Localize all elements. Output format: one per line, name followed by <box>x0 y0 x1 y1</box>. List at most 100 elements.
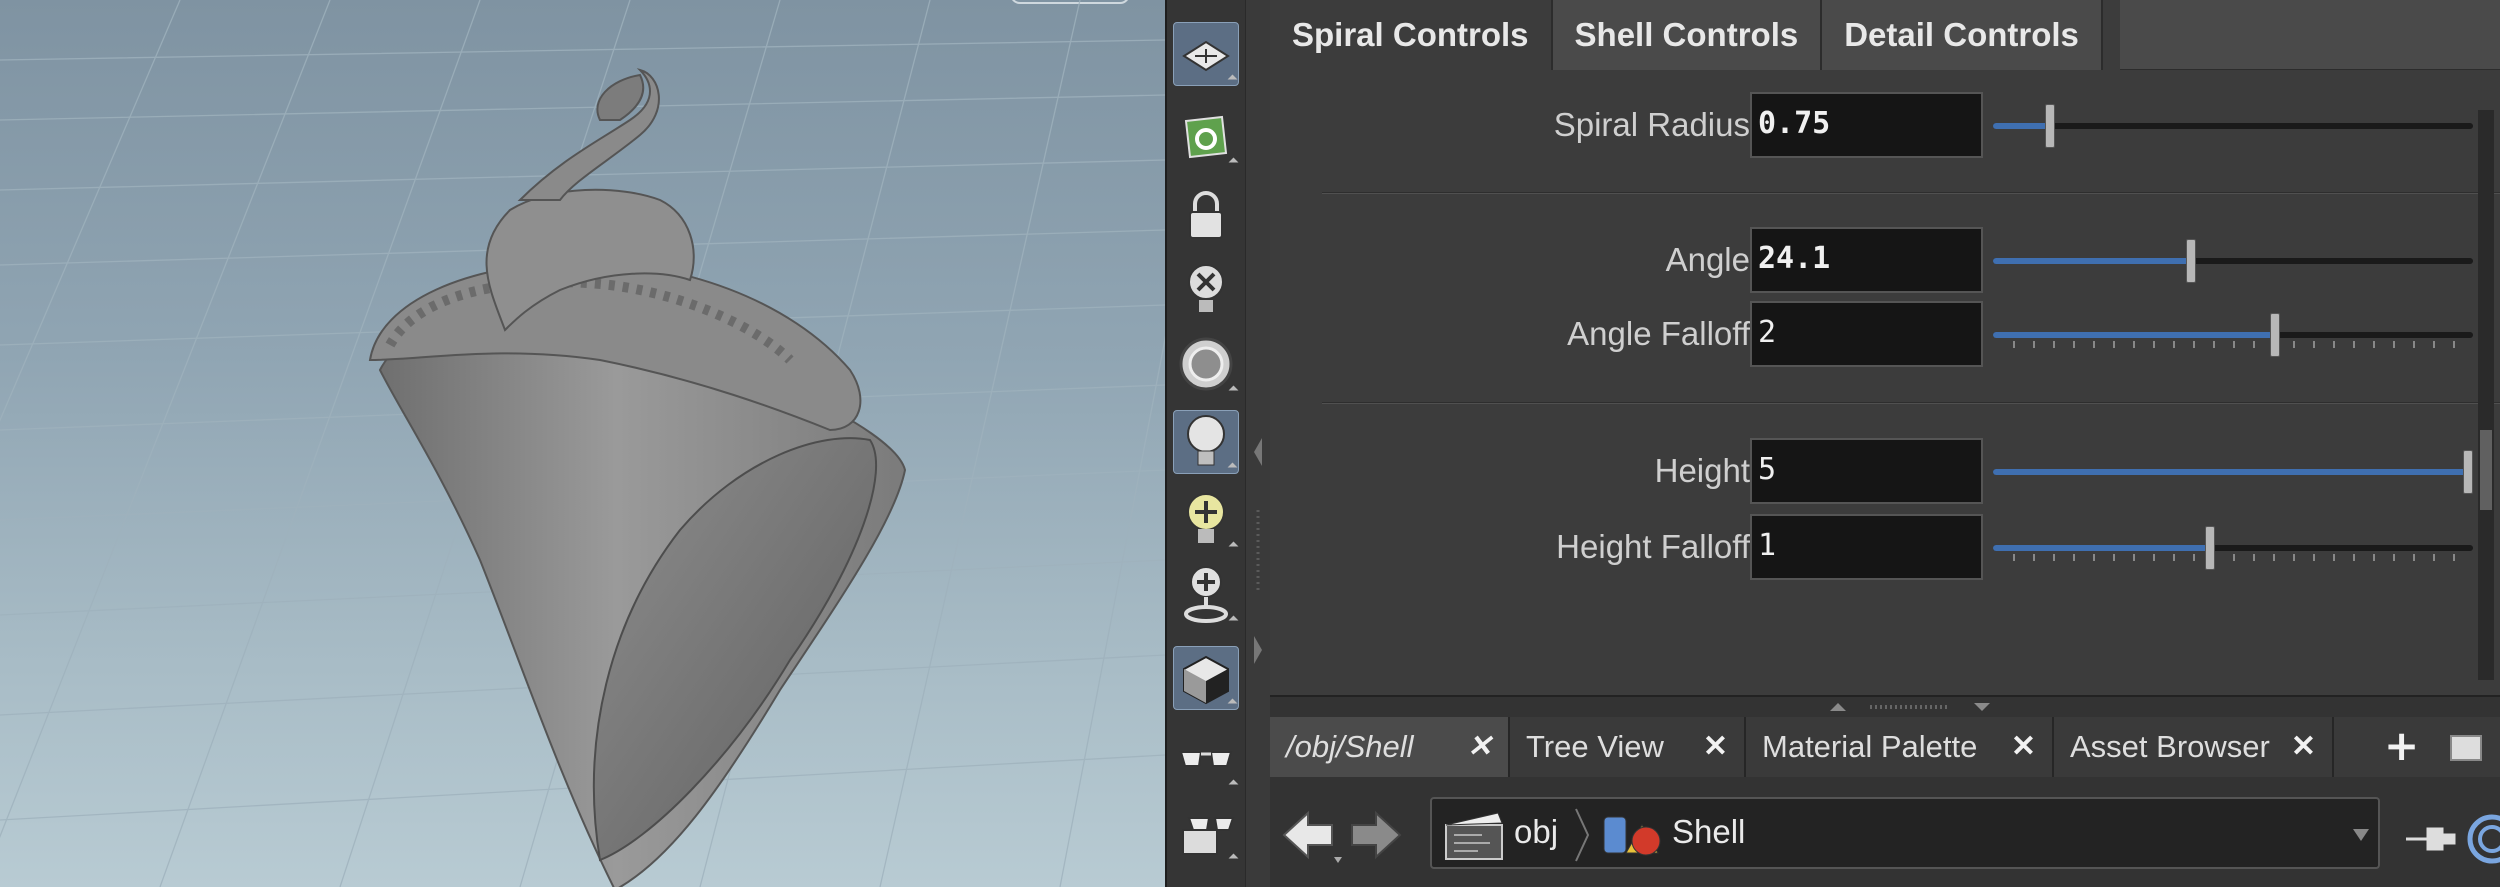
slider-tick <box>2393 554 2395 561</box>
slider-thumb[interactable] <box>2186 239 2196 283</box>
headlight-icon[interactable] <box>1173 332 1239 396</box>
add-light-icon[interactable] <box>1173 488 1239 552</box>
slider-tick <box>2373 554 2375 561</box>
slider-tick <box>2273 554 2275 561</box>
slider-tick <box>2073 341 2075 348</box>
param-label: Height Falloff <box>1556 528 1750 565</box>
slider-tick <box>2093 341 2095 348</box>
height-slider[interactable] <box>1993 438 2473 504</box>
spot-light-icon[interactable] <box>1173 562 1239 626</box>
slider-tick <box>2193 554 2195 561</box>
height-field[interactable]: 5 <box>1750 438 1983 504</box>
slider-tick <box>2093 554 2095 561</box>
close-icon[interactable]: ✕ <box>2291 729 2316 764</box>
slider-tick <box>2293 554 2295 561</box>
slider-tick <box>2293 341 2295 348</box>
breadcrumb-obj[interactable]: obj <box>1514 813 1558 851</box>
slider-thumb[interactable] <box>2205 526 2215 570</box>
add-tab-button[interactable]: + <box>2384 721 2419 770</box>
parameter-tabs: Spiral Controls Shell Controls Detail Co… <box>1270 0 2103 70</box>
slider-tick <box>2113 554 2115 561</box>
slider-tick <box>2173 554 2175 561</box>
obj-context-icon <box>1445 812 1503 860</box>
param-angle-falloff: Angle Falloff 2 <box>1270 301 2500 367</box>
back-arrow-icon[interactable] <box>1282 810 1333 860</box>
light-off-icon[interactable] <box>1173 258 1239 322</box>
slider-tick <box>2333 554 2335 561</box>
scene-viewport[interactable] <box>0 0 1165 887</box>
breadcrumb-shell[interactable]: Shell <box>1672 813 1745 851</box>
slider-tick <box>2053 554 2055 561</box>
slider-thumb[interactable] <box>2045 104 2055 148</box>
tab-spiral-controls[interactable]: Spiral Controls <box>1270 0 1553 70</box>
slider-tick <box>2353 554 2355 561</box>
slider-tick <box>2453 554 2455 561</box>
snap-icon[interactable] <box>1173 104 1239 168</box>
slider-tick <box>2173 341 2175 348</box>
slider-tick <box>2133 554 2135 561</box>
tab-obj-shell[interactable]: /obj/Shell ✕ <box>1270 717 1510 777</box>
pane-resize-handle[interactable] <box>1790 697 2030 717</box>
slider-tick <box>2153 341 2155 348</box>
close-icon[interactable]: ✕ <box>2011 729 2036 764</box>
slider-tick <box>2033 341 2035 348</box>
close-icon[interactable]: ✕ <box>1467 729 1492 764</box>
height-falloff-field[interactable]: 1 <box>1750 514 1983 580</box>
glasses-icon[interactable] <box>1173 726 1239 790</box>
light-bulb-icon[interactable] <box>1173 410 1239 474</box>
stereo-icon[interactable] <box>1173 800 1239 864</box>
slider-tick <box>2373 341 2375 348</box>
pane-layout-icon[interactable] <box>2450 735 2482 761</box>
slider-tick <box>2353 341 2355 348</box>
tab-material-palette[interactable]: Material Palette ✕ <box>1746 717 2054 777</box>
tab-label: Asset Browser <box>2070 729 2270 764</box>
network-path-bar[interactable]: obj Shell <box>1430 797 2380 869</box>
display-options-icon[interactable] <box>1173 646 1239 710</box>
param-label: Angle <box>1665 241 1750 278</box>
param-angle: Angle 24.1 <box>1270 227 2500 293</box>
scrollbar-thumb[interactable] <box>2480 430 2492 510</box>
parameter-pane: Spiral Controls Shell Controls Detail Co… <box>1270 0 2500 695</box>
slider-tick <box>2133 341 2135 348</box>
param-spiral-radius: Spiral Radius 0.75 <box>1270 92 2500 158</box>
tab-shell-controls[interactable]: Shell Controls <box>1552 0 1823 70</box>
network-tabs: /obj/Shell ✕ Tree View ✕ Material Palette ✕… <box>1270 717 2500 777</box>
slider-tick <box>2013 554 2015 561</box>
spiral-radius-slider[interactable] <box>1993 92 2473 158</box>
separator <box>1322 192 2500 194</box>
slider-tick <box>2073 554 2075 561</box>
angle-field[interactable]: 24.1 <box>1750 227 1983 293</box>
tab-label: Tree View <box>1526 729 1664 764</box>
slider-tick <box>2313 341 2315 348</box>
tab-asset-browser[interactable]: Asset Browser ✕ <box>2054 717 2334 777</box>
height-falloff-slider[interactable] <box>1993 514 2473 580</box>
slider-tick <box>2313 554 2315 561</box>
angle-slider[interactable] <box>1993 227 2473 293</box>
slider-tick <box>2253 554 2255 561</box>
param-height: Height 5 <box>1270 438 2500 504</box>
slider-tick <box>2333 341 2335 348</box>
view-icon[interactable] <box>1173 22 1239 86</box>
slider-tick <box>2393 341 2395 348</box>
forward-arrow-icon[interactable] <box>1351 810 1402 860</box>
pin-icon[interactable] <box>2406 827 2456 851</box>
spiral-radius-field[interactable]: 0.75 <box>1750 92 1983 158</box>
tab-tree-view[interactable]: Tree View ✕ <box>1510 717 1746 777</box>
lock-icon[interactable] <box>1173 184 1239 248</box>
angle-falloff-slider[interactable] <box>1993 301 2473 367</box>
chevron-down-icon[interactable] <box>2352 827 2370 843</box>
slider-tick <box>2413 341 2415 348</box>
network-view-icon[interactable] <box>2467 814 2500 864</box>
close-icon[interactable]: ✕ <box>1703 729 1728 764</box>
slider-thumb[interactable] <box>2270 313 2280 357</box>
network-pane: /obj/Shell ✕ Tree View ✕ Material Palette ✕… <box>1270 695 2500 887</box>
slider-tick <box>2113 341 2115 348</box>
param-label: Angle Falloff <box>1567 315 1750 352</box>
angle-falloff-field[interactable]: 2 <box>1750 301 1983 367</box>
viewport-toolbar <box>1165 0 1245 887</box>
breadcrumb-separator-icon <box>1575 808 1590 862</box>
tab-detail-controls[interactable]: Detail Controls <box>1822 0 2103 70</box>
slider-thumb[interactable] <box>2463 450 2473 494</box>
tab-label: Material Palette <box>1762 729 1978 764</box>
parameter-scrollbar[interactable] <box>2478 110 2494 680</box>
